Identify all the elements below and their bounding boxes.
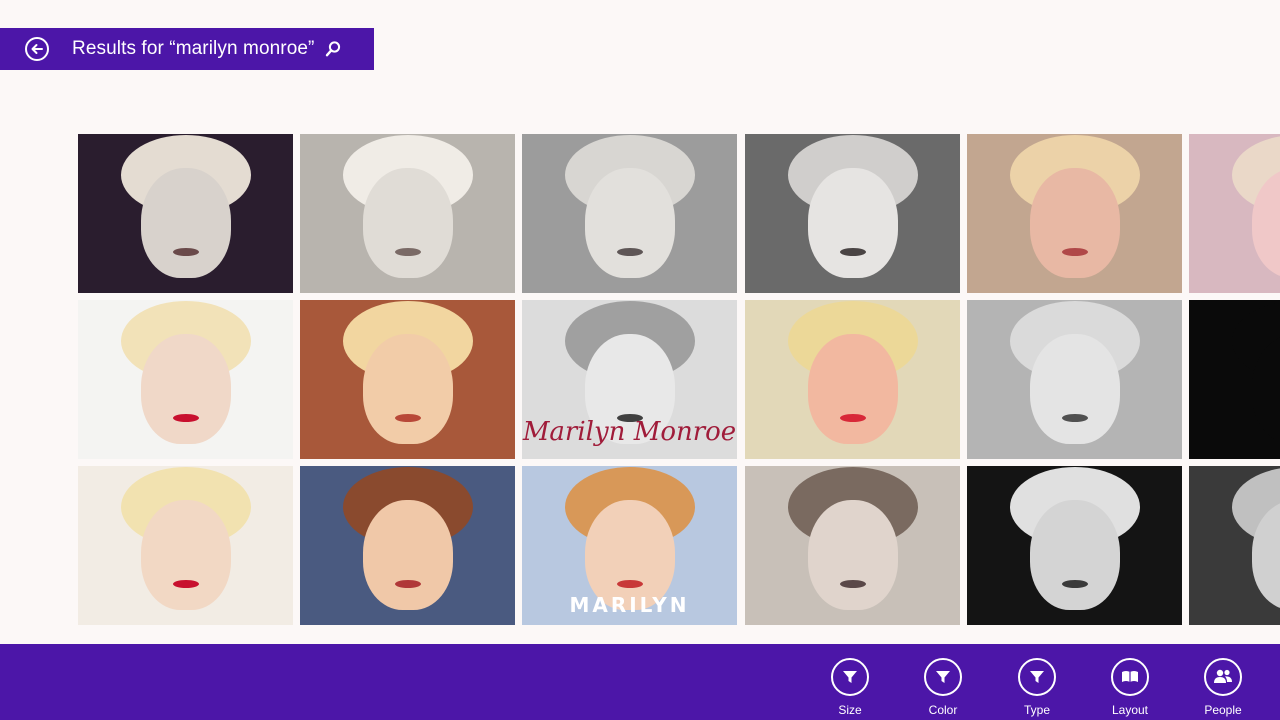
app-bar-button-size[interactable]: Size xyxy=(810,658,890,717)
photo-face-shape xyxy=(584,168,675,279)
filter-icon xyxy=(831,658,869,696)
photo-lips-shape xyxy=(394,413,421,422)
image-result-tile[interactable] xyxy=(745,134,960,293)
photo-lips-shape xyxy=(839,579,866,588)
photo-lips-shape xyxy=(172,579,199,588)
photo-face-shape xyxy=(807,334,898,445)
image-result-tile[interactable] xyxy=(1189,134,1280,293)
search-header: Results for “marilyn monroe” xyxy=(0,28,374,70)
photo-face-shape xyxy=(1029,168,1120,279)
app-bar-button-color[interactable]: Color xyxy=(903,658,983,717)
photo-face-shape xyxy=(1029,500,1120,611)
image-result-tile[interactable]: Marilyn Monroe xyxy=(522,300,737,459)
app-bar: Size Color Type Layout People xyxy=(0,644,1280,720)
photo-face-shape xyxy=(140,334,231,445)
app-bar-button-label: Type xyxy=(1023,703,1050,717)
photo-face-shape xyxy=(362,334,453,445)
photo-face-shape xyxy=(1029,334,1120,445)
app-bar-button-label: Layout xyxy=(1111,703,1149,717)
search-icon[interactable] xyxy=(324,40,342,58)
people-icon xyxy=(1204,658,1242,696)
photo-lips-shape xyxy=(172,247,199,256)
photo-lips-shape xyxy=(839,247,866,256)
photo-face-shape xyxy=(807,500,898,611)
image-result-tile[interactable] xyxy=(967,466,1182,625)
photo-lips-shape xyxy=(394,579,421,588)
photo-lips-shape xyxy=(1061,247,1088,256)
image-result-tile[interactable] xyxy=(745,466,960,625)
app-bar-button-layout[interactable]: Layout xyxy=(1090,658,1170,717)
app-bar-button-type[interactable]: Type xyxy=(997,658,1077,717)
filter-icon xyxy=(1018,658,1056,696)
photo-lips-shape xyxy=(616,579,643,588)
photo-face-shape xyxy=(362,168,453,279)
photo-face-shape xyxy=(140,168,231,279)
tile-signature-text: Marilyn Monroe xyxy=(522,417,737,447)
image-result-tile[interactable] xyxy=(745,300,960,459)
photo-lips-shape xyxy=(839,413,866,422)
photo-face-shape xyxy=(140,500,231,611)
image-result-tile[interactable] xyxy=(300,300,515,459)
layout-icon xyxy=(1111,658,1149,696)
image-result-tile[interactable] xyxy=(78,300,293,459)
back-arrow-icon[interactable] xyxy=(25,37,49,61)
photo-face-shape xyxy=(362,500,453,611)
photo-face-shape xyxy=(807,168,898,279)
tile-caption-text: MARILYN xyxy=(569,593,690,617)
app-bar-button-people[interactable]: People xyxy=(1183,658,1263,717)
search-query-title: Results for “marilyn monroe” xyxy=(72,38,315,59)
image-result-tile[interactable] xyxy=(522,134,737,293)
app-bar-button-label: Color xyxy=(928,703,958,717)
image-result-tile[interactable] xyxy=(78,134,293,293)
image-result-tile[interactable] xyxy=(78,466,293,625)
image-result-tile[interactable] xyxy=(1189,466,1280,625)
photo-lips-shape xyxy=(1061,579,1088,588)
image-result-tile[interactable] xyxy=(300,466,515,625)
filter-icon xyxy=(924,658,962,696)
image-result-tile[interactable] xyxy=(300,134,515,293)
image-result-tile[interactable] xyxy=(967,134,1182,293)
photo-lips-shape xyxy=(394,247,421,256)
app-bar-button-label: Size xyxy=(838,703,862,717)
app-bar-button-label: People xyxy=(1204,703,1242,717)
photo-lips-shape xyxy=(1061,413,1088,422)
photo-lips-shape xyxy=(616,247,643,256)
image-result-tile[interactable] xyxy=(1189,300,1280,459)
image-results-grid: Marilyn Monroe MARILYN xyxy=(78,134,1280,626)
photo-lips-shape xyxy=(172,413,199,422)
image-result-tile[interactable] xyxy=(967,300,1182,459)
image-result-tile[interactable]: MARILYN xyxy=(522,466,737,625)
